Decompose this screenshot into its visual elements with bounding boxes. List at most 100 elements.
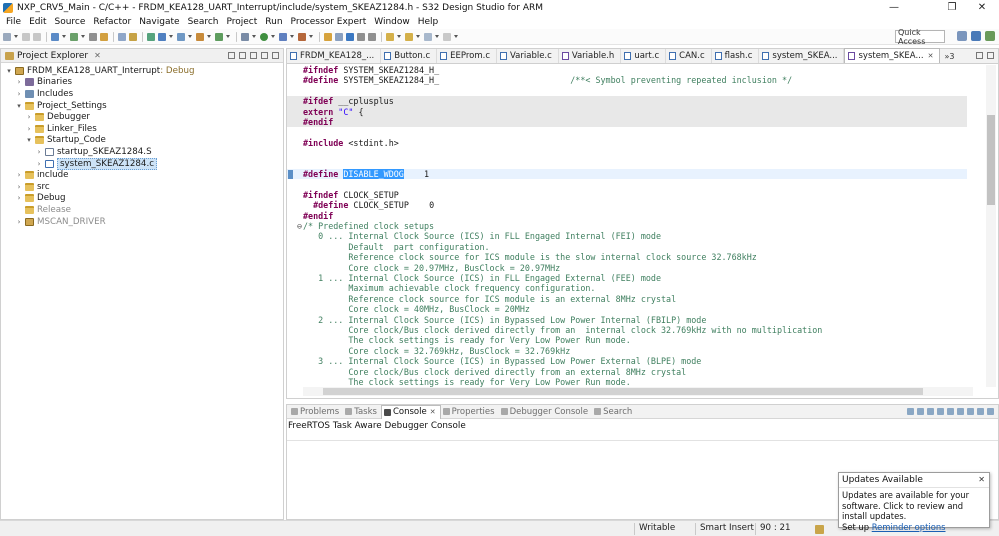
build-all-icon[interactable] xyxy=(70,32,78,41)
back-icon[interactable] xyxy=(424,32,432,41)
flash-icon[interactable] xyxy=(177,32,185,41)
menu-window[interactable]: Window xyxy=(370,17,414,27)
tree-item[interactable]: › Includes xyxy=(1,88,283,100)
display-console-icon[interactable] xyxy=(957,408,964,415)
project-explorer-title[interactable]: Project Explorer xyxy=(17,51,88,61)
previous-annotation-icon[interactable] xyxy=(405,32,413,41)
cursor-position-status[interactable]: 90 : 21 xyxy=(760,523,791,533)
debug-config-icon[interactable] xyxy=(241,32,249,41)
menu-navigate[interactable]: Navigate xyxy=(135,17,183,27)
close-window-button[interactable]: ✕ xyxy=(968,0,996,15)
run-dropdown-icon[interactable] xyxy=(271,35,275,38)
open-console-icon[interactable] xyxy=(967,408,974,415)
editor-tab[interactable]: Button.c xyxy=(381,49,438,63)
editor-tab[interactable]: EEProm.c xyxy=(437,49,498,63)
close-icon[interactable]: ✕ xyxy=(94,51,101,60)
terminal-icon[interactable] xyxy=(158,32,166,41)
tools-dropdown-icon[interactable] xyxy=(309,35,313,38)
forward-dropdown-icon[interactable] xyxy=(454,35,458,38)
tree-item[interactable]: ▾ Project_Settings xyxy=(1,100,283,112)
menu-search[interactable]: Search xyxy=(184,17,223,27)
open-perspective-icon[interactable] xyxy=(957,31,967,41)
cpp-perspective-icon[interactable] xyxy=(971,31,981,41)
expand-arrow-icon[interactable]: › xyxy=(15,218,23,226)
pin-console-icon[interactable] xyxy=(947,408,954,415)
expand-arrow-icon[interactable]: › xyxy=(15,183,23,191)
editor-tab[interactable]: Variable.h xyxy=(559,49,622,63)
tree-item[interactable]: › startup_SKEAZ1284.S xyxy=(1,146,283,158)
menu-processor-expert[interactable]: Processor Expert xyxy=(287,17,371,27)
fold-toggle-icon[interactable]: ⊖ xyxy=(297,221,302,231)
block-selection-icon[interactable] xyxy=(357,32,365,41)
tab-problems[interactable]: Problems xyxy=(289,407,343,417)
tree-item[interactable]: ▾ Startup_Code xyxy=(1,135,283,147)
build-dropdown-icon[interactable] xyxy=(62,35,66,38)
expand-arrow-icon[interactable]: › xyxy=(35,148,43,156)
next-annotation-icon[interactable] xyxy=(386,32,394,41)
tree-item[interactable]: › src xyxy=(1,181,283,193)
tree-item[interactable]: › Debug xyxy=(1,193,283,205)
flash-dropdown-icon[interactable] xyxy=(188,35,192,38)
save-all-icon[interactable] xyxy=(33,32,41,41)
clean-icon[interactable] xyxy=(89,32,97,41)
restore-button[interactable]: ❐ xyxy=(938,0,966,15)
expand-arrow-icon[interactable]: › xyxy=(15,194,23,202)
clear-console-icon[interactable] xyxy=(927,408,934,415)
pe-dropdown-icon[interactable] xyxy=(207,35,211,38)
expand-arrow-icon[interactable]: › xyxy=(15,78,23,86)
debug-icon[interactable] xyxy=(279,32,287,41)
open-folder-icon[interactable] xyxy=(100,32,108,41)
close-icon[interactable]: ✕ xyxy=(978,475,985,484)
build-all-dropdown-icon[interactable] xyxy=(81,35,85,38)
terminate-icon[interactable] xyxy=(907,408,914,415)
tree-item[interactable]: › system_SKEAZ1284.c xyxy=(1,157,283,170)
new-icon[interactable] xyxy=(3,32,11,41)
editor-tab[interactable]: system_SKEA... xyxy=(759,49,845,63)
editor-tab[interactable]: FRDM_KEA128_... xyxy=(287,49,382,63)
menu-project[interactable]: Project xyxy=(222,17,261,27)
editor-tab[interactable]: system_SKEA... ✕ xyxy=(844,48,941,63)
minimize-view-icon[interactable] xyxy=(977,408,984,415)
expand-arrow-icon[interactable]: › xyxy=(25,113,33,121)
external-tools-icon[interactable] xyxy=(129,32,137,41)
quick-access-input[interactable]: Quick Access xyxy=(895,28,945,46)
tree-item[interactable]: › MSCAN_DRIVER xyxy=(1,216,283,228)
maximize-view-icon[interactable] xyxy=(987,408,994,415)
minimize-view-icon[interactable] xyxy=(261,52,268,59)
updates-message[interactable]: Updates are available for your software.… xyxy=(842,490,986,522)
menu-source[interactable]: Source xyxy=(51,17,90,27)
selected-identifier[interactable]: DISABLE_WDOG xyxy=(343,169,404,179)
collapse-arrow-icon[interactable]: ▾ xyxy=(5,67,13,75)
tree-item[interactable]: Release xyxy=(1,204,283,216)
collapse-arrow-icon[interactable]: ▾ xyxy=(25,136,33,144)
collapse-all-icon[interactable] xyxy=(228,52,235,59)
menu-run[interactable]: Run xyxy=(261,17,286,27)
tree-item[interactable]: ▾ FRDM_KEA128_UART_Interrupt: Debug xyxy=(1,65,283,77)
menu-refactor[interactable]: Refactor xyxy=(89,17,135,27)
view-menu-icon[interactable] xyxy=(250,52,257,59)
cursor-icon[interactable] xyxy=(118,32,126,41)
debug-config-dropdown-icon[interactable] xyxy=(252,35,256,38)
settings-icon[interactable] xyxy=(147,32,155,41)
refresh-icon[interactable] xyxy=(215,32,223,41)
console-output[interactable]: FreeRTOS Task Aware Debugger Console xyxy=(287,419,998,441)
insert-mode-status[interactable]: Smart Insert xyxy=(700,523,754,533)
run-icon[interactable] xyxy=(260,32,268,41)
link-editor-icon[interactable] xyxy=(239,52,246,59)
tab-properties[interactable]: Properties xyxy=(441,407,499,417)
vertical-scrollbar[interactable] xyxy=(986,65,996,387)
tree-item[interactable]: › include xyxy=(1,169,283,181)
tree-item[interactable]: › Debugger xyxy=(1,111,283,123)
show-whitespace-icon[interactable] xyxy=(368,32,376,41)
maximize-view-icon[interactable] xyxy=(272,52,279,59)
scroll-thumb[interactable] xyxy=(987,115,995,205)
reminder-options-link[interactable]: Reminder options xyxy=(872,522,946,532)
minimize-view-icon[interactable] xyxy=(976,52,983,59)
editor-tab[interactable]: uart.c xyxy=(621,49,667,63)
search-icon[interactable] xyxy=(335,32,343,41)
expand-arrow-icon[interactable]: › xyxy=(15,90,23,98)
debug-dropdown-icon[interactable] xyxy=(290,35,294,38)
scroll-thumb[interactable] xyxy=(323,388,923,395)
back-dropdown-icon[interactable] xyxy=(435,35,439,38)
open-type-icon[interactable] xyxy=(324,32,332,41)
